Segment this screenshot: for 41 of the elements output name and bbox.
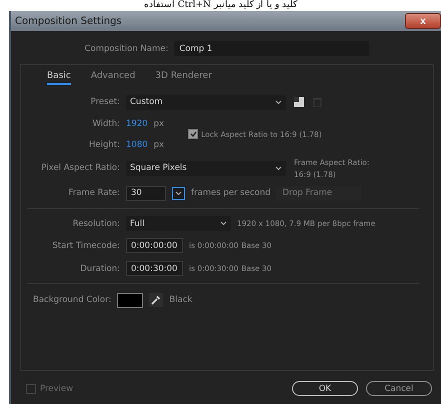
frame-rate-field[interactable]: 30 — [126, 186, 166, 200]
field-label: Frame Rate: — [67, 188, 120, 198]
height-value[interactable]: 1080 — [126, 140, 148, 150]
close-button[interactable]: x — [405, 13, 441, 29]
field-label: Height: — [88, 140, 120, 150]
field-label: Duration: — [79, 264, 120, 274]
tab[interactable]: 3D Renderer — [155, 69, 212, 85]
lock-aspect-checkbox[interactable] — [188, 129, 198, 139]
field-label: Pixel Aspect Ratio: — [40, 163, 120, 173]
color-swatch[interactable] — [117, 292, 144, 308]
width-value[interactable]: 1920 — [126, 118, 148, 128]
save-icon[interactable] — [292, 96, 305, 108]
field-label: Composition Name: — [84, 44, 168, 54]
frame-rate-dropdown[interactable] — [172, 186, 185, 200]
preset-dropdown[interactable]: Custom — [126, 94, 286, 110]
cancel-button[interactable]: Cancel — [366, 381, 432, 396]
timecode-field[interactable]: 0:00:30:00 — [126, 261, 183, 276]
chevron-down-icon — [220, 221, 227, 226]
composition-name-field[interactable]: Comp 1 — [174, 41, 370, 56]
checkbox-label: Preview — [40, 384, 74, 394]
chevron-down-icon — [275, 166, 282, 170]
field-label: Preset: — [90, 97, 120, 107]
eyedropper-icon[interactable] — [149, 293, 164, 307]
pixel-aspect-dropdown[interactable]: Square Pixels — [126, 160, 286, 176]
unit-label: px — [154, 118, 164, 128]
field-label: Background Color: — [33, 295, 112, 305]
resolution-dropdown[interactable]: Full — [126, 216, 231, 231]
ok-button[interactable]: OK — [292, 381, 358, 396]
page-text: کلید و یا از کلید میانبر Ctrl+N استفاده — [142, 0, 298, 11]
tab[interactable]: Basic — [47, 69, 71, 85]
color-name: Black — [169, 295, 192, 305]
tab[interactable]: Advanced — [90, 69, 136, 85]
field-label: Resolution: — [72, 218, 120, 228]
unit-label: px — [154, 140, 164, 150]
field-label: Width: — [91, 118, 120, 128]
chevron-down-icon — [175, 190, 182, 196]
chevron-down-icon — [275, 100, 282, 104]
unit-label: frames per second — [191, 188, 270, 198]
timecode-field[interactable]: 0:00:00:00 — [126, 238, 183, 253]
window-title: Composition Settings — [15, 16, 122, 26]
field-label: Start Timecode: — [51, 240, 120, 250]
